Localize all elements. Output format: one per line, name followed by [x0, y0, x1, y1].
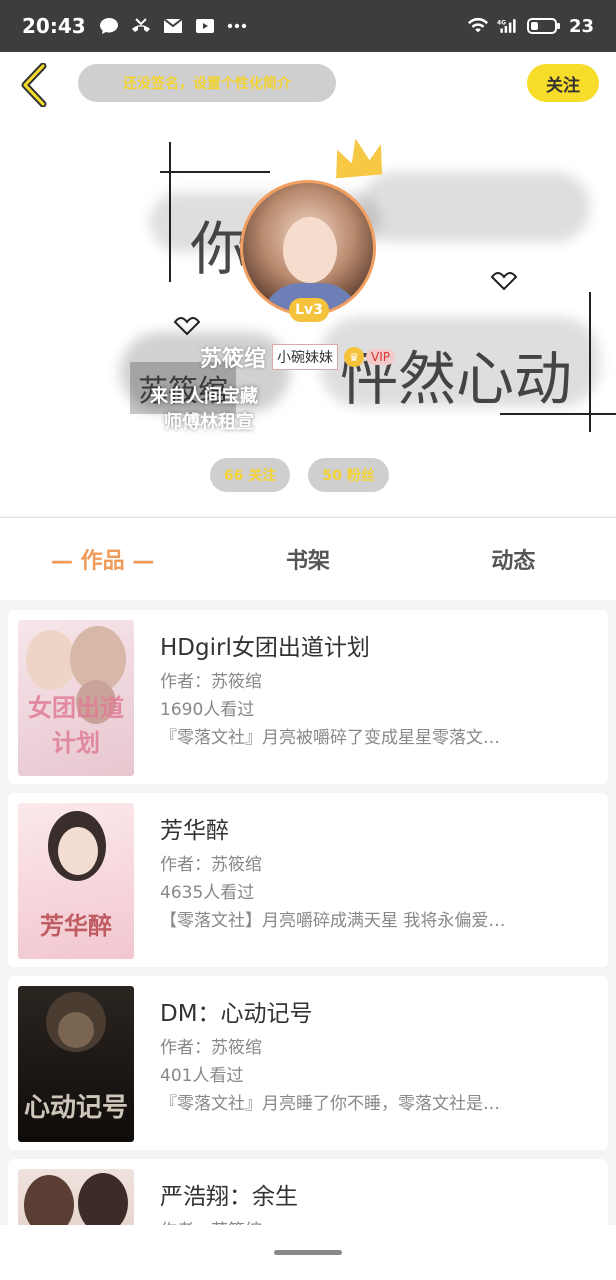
book-cover[interactable]: 心动记号 — [18, 986, 134, 1142]
chat-icon — [98, 17, 120, 35]
wifi-icon — [467, 17, 489, 35]
work-description: 『零落文社』月亮被嚼碎了变成星星零落文… — [160, 728, 500, 748]
work-views: 1690人看过 — [160, 700, 255, 720]
list-item[interactable]: 严浩翔：余生 作者：苏筱绾 — [8, 1159, 608, 1225]
work-author: 作者：苏筱绾 — [160, 1217, 590, 1225]
vip-badge: ♛ VIP — [344, 347, 395, 367]
profile-header: 你的 怦然心动 苏筱绾 还没签名，设置个性化简介 关注 Lv3 苏筱绾 小碗妹妹… — [0, 52, 616, 516]
more-icon — [226, 17, 248, 35]
tab-activity[interactable]: 动态 — [411, 543, 616, 575]
works-list: 女团出道计划 HDgirl女团出道计划 作者：苏筱绾 1690人看过 『零落文社… — [8, 610, 608, 1225]
book-cover[interactable]: 芳华醉 — [18, 803, 134, 959]
work-author: 作者：苏筱绾 — [160, 672, 262, 692]
battery-icon — [526, 17, 561, 35]
video-icon — [194, 17, 216, 35]
work-title[interactable]: 严浩翔：余生 — [160, 1177, 590, 1210]
mail-icon — [162, 17, 184, 35]
list-item[interactable]: 女团出道计划 HDgirl女团出道计划 作者：苏筱绾 1690人看过 『零落文社… — [8, 610, 608, 784]
home-indicator[interactable] — [274, 1250, 342, 1255]
tab-works[interactable]: — 作品 — — [0, 543, 205, 575]
book-cover[interactable]: 女团出道计划 — [18, 620, 134, 776]
back-button[interactable] — [14, 62, 54, 108]
bio-line-2: 师傅林租宣 — [164, 412, 254, 433]
work-description: 【零落文社】月亮嚼碎成满天星 我将永偏爱… — [160, 911, 506, 931]
work-author: 作者：苏筱绾 — [160, 1038, 262, 1058]
navigation-bar — [0, 1225, 616, 1280]
work-title[interactable]: HDgirl女团出道计划 — [160, 628, 590, 661]
missed-call-icon — [130, 17, 152, 35]
work-views: 401人看过 — [160, 1066, 244, 1086]
fans-count[interactable]: 50 粉丝 — [308, 458, 389, 492]
work-title[interactable]: DM：心动记号 — [160, 994, 590, 1027]
work-title[interactable]: 芳华醉 — [160, 811, 590, 844]
battery-level: 23 — [568, 15, 594, 37]
book-cover[interactable] — [18, 1169, 134, 1225]
follow-button[interactable]: 关注 — [527, 64, 599, 102]
work-views: 4635人看过 — [160, 883, 255, 903]
list-item[interactable]: 心动记号 DM：心动记号 作者：苏筱绾 401人看过 『零落文社』月亮睡了你不睡… — [8, 976, 608, 1150]
work-description: 『零落文社』月亮睡了你不睡，零落文社是… — [160, 1094, 500, 1114]
bio-line-1: 来自人间宝藏 — [150, 386, 258, 407]
bio: 来自人间宝藏 师傅林租宣 — [150, 384, 470, 436]
svg-text:4G: 4G — [497, 20, 506, 26]
status-bar: 20:43 4G 23 — [0, 0, 616, 52]
tab-bookshelf[interactable]: 书架 — [205, 543, 410, 575]
following-count[interactable]: 66 关注 — [210, 458, 291, 492]
vip-crown-icon: ♛ — [344, 347, 365, 367]
signature-edit-button[interactable]: 还没签名，设置个性化简介 — [78, 64, 336, 102]
nickname: 苏筱绾 — [200, 347, 267, 372]
name-row: 苏筱绾 小碗妹妹 ♛ VIP — [200, 342, 395, 372]
avatar[interactable] — [240, 180, 376, 316]
status-time: 20:43 — [22, 14, 86, 38]
stats-row: 66 关注 50 粉丝 — [210, 458, 389, 492]
signal-icon: 4G — [497, 17, 519, 35]
work-author: 作者：苏筱绾 — [160, 855, 262, 875]
list-item[interactable]: 芳华醉 芳华醉 作者：苏筱绾 4635人看过 【零落文社】月亮嚼碎成满天星 我将… — [8, 793, 608, 967]
profile-tabs: — 作品 — 书架 动态 — [0, 517, 616, 600]
level-badge: Lv3 — [289, 298, 329, 322]
user-tag: 小碗妹妹 — [272, 344, 339, 370]
crown-icon — [330, 134, 390, 194]
